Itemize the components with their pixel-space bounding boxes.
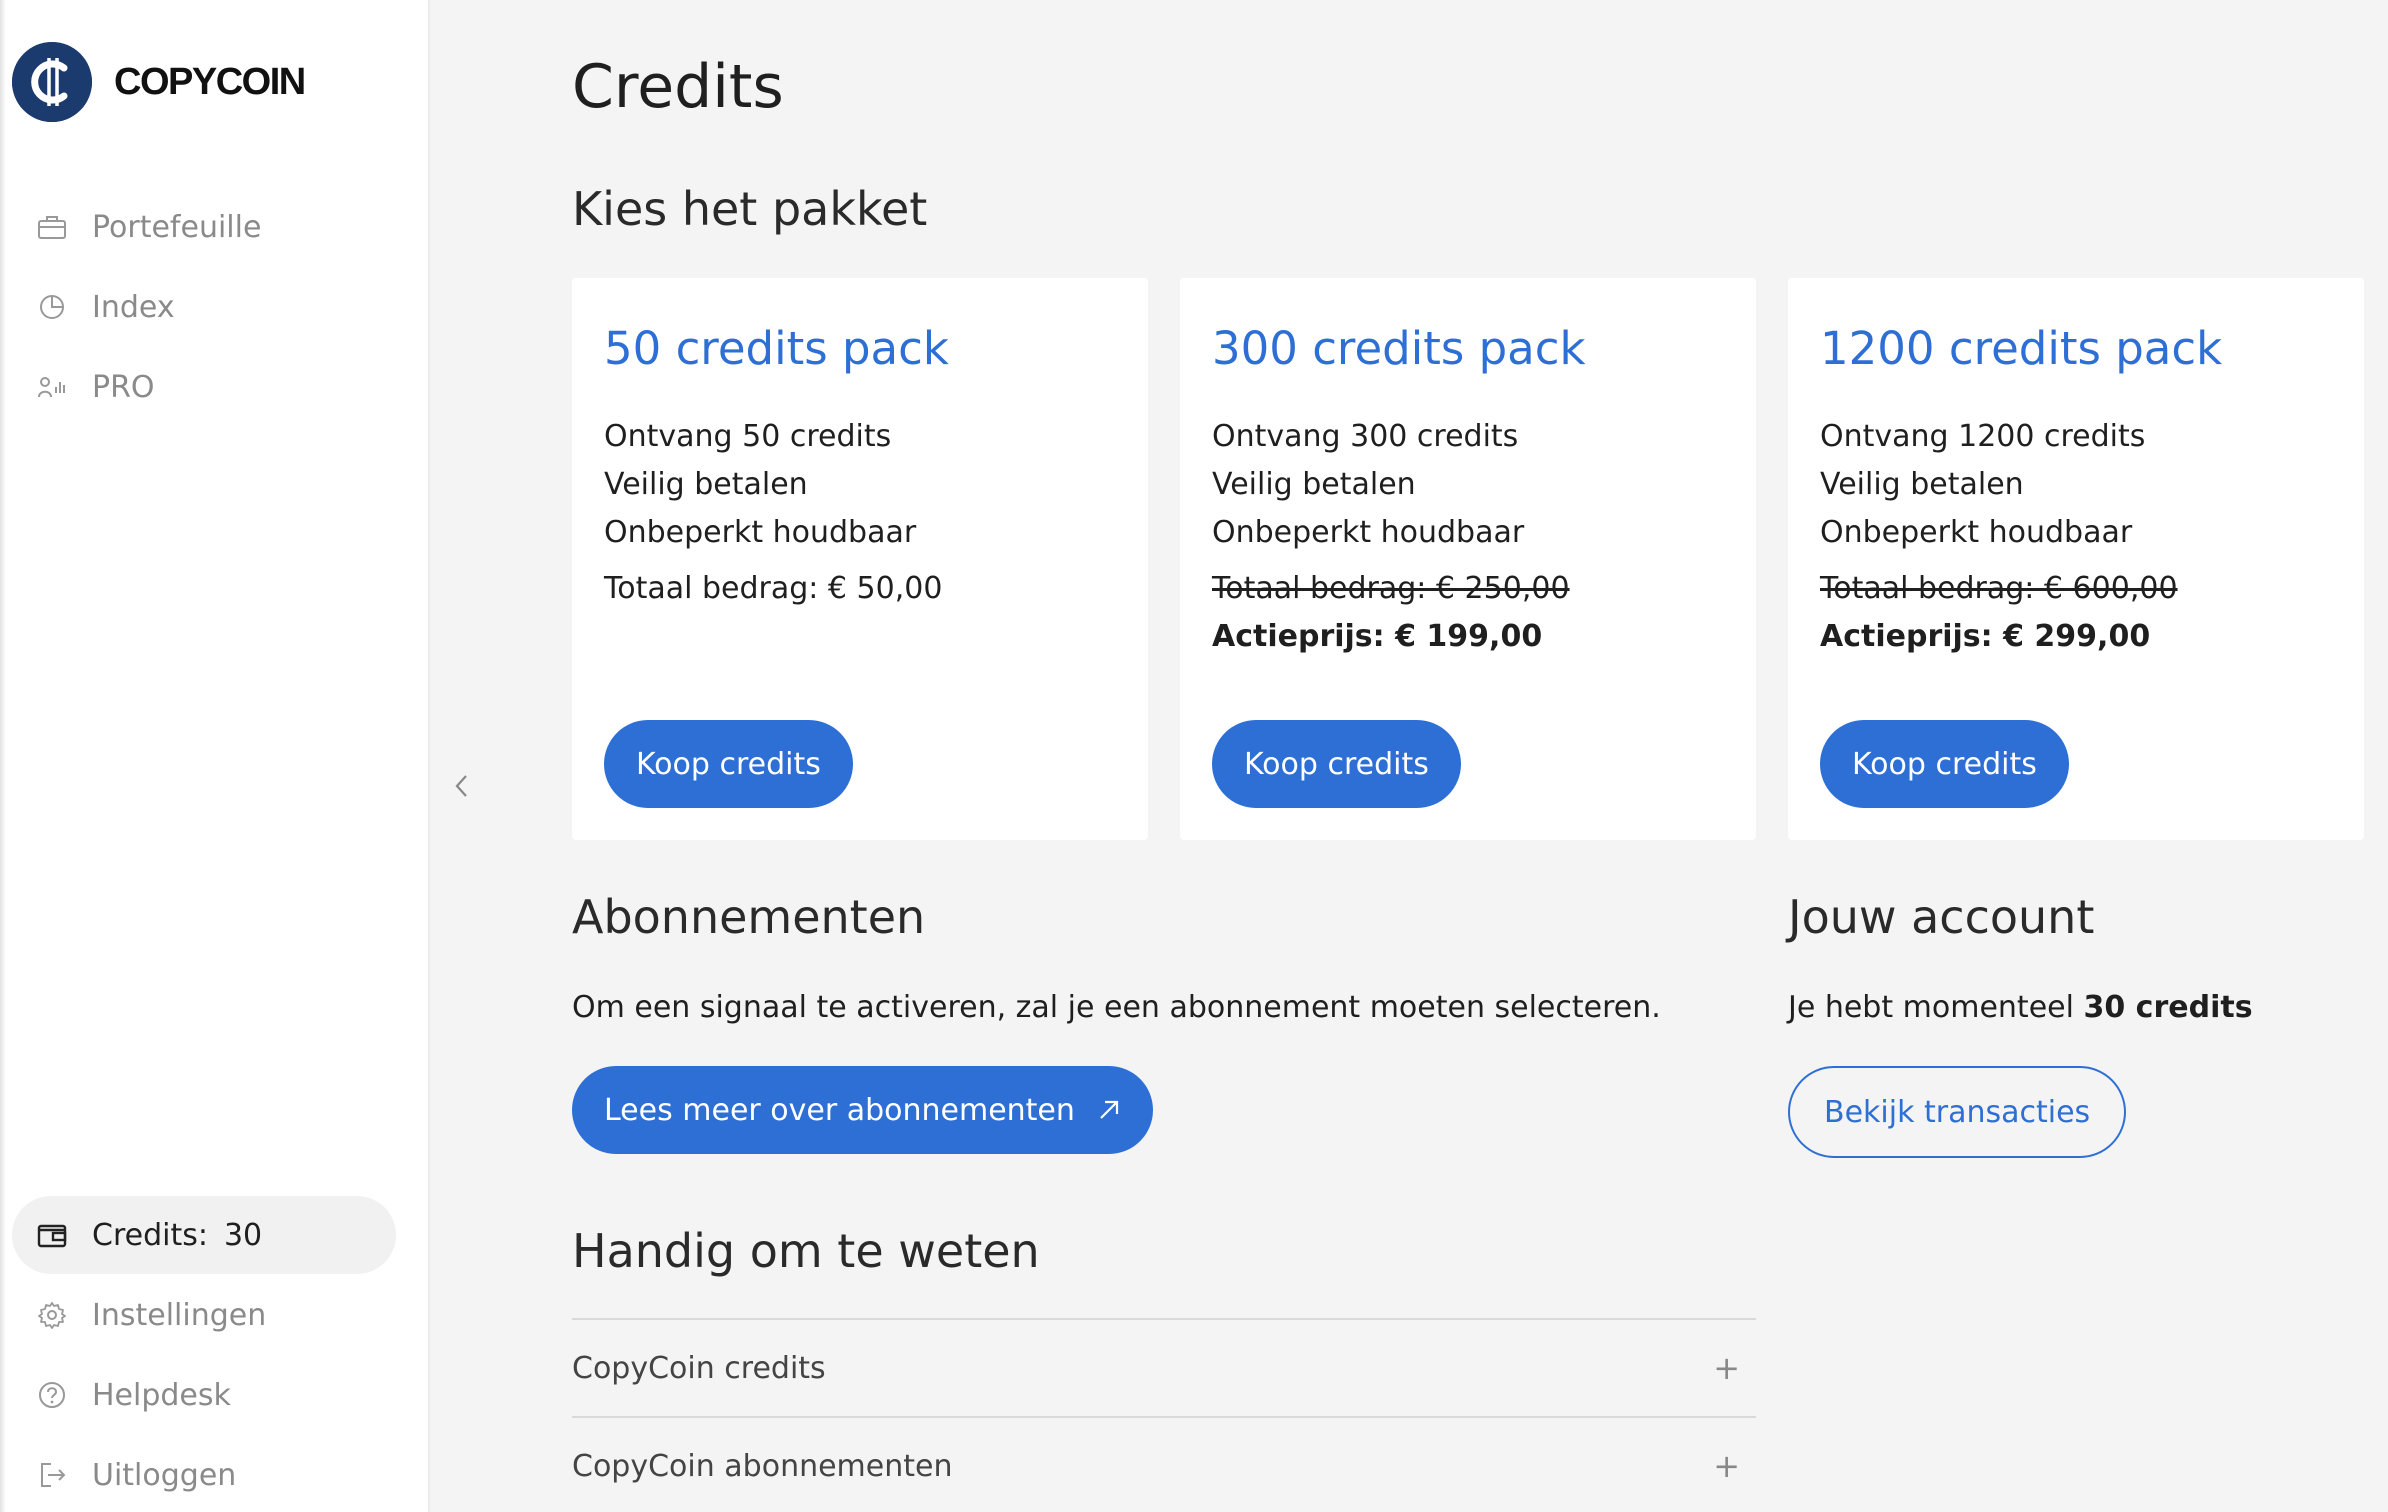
chevron-left-icon <box>454 773 470 803</box>
copycoin-logo-icon <box>12 42 92 122</box>
read-more-subscriptions-button[interactable]: Lees meer over abonnementen <box>572 1066 1153 1154</box>
wallet-icon <box>36 1219 68 1251</box>
credits-label: Credits: <box>92 1217 208 1253</box>
faq-item-label: CopyCoin credits <box>572 1350 826 1386</box>
sidebar-item-pro[interactable]: PRO <box>12 348 396 426</box>
package-total: Totaal bedrag: € 50,00 <box>604 571 943 606</box>
buy-credits-button-1200[interactable]: Koop credits <box>1820 720 2069 808</box>
faq-item-label: CopyCoin abonnementen <box>572 1448 953 1484</box>
sidebar-item-uitloggen[interactable]: Uitloggen <box>12 1436 396 1512</box>
account-title: Jouw account <box>1788 890 2095 944</box>
logout-icon <box>36 1459 68 1491</box>
package-feature: Veilig betalen <box>1820 467 2024 502</box>
page-title: Credits <box>572 52 784 122</box>
package-total-struck: Totaal bedrag: € 600,00 <box>1820 571 2178 606</box>
package-feature: Ontvang 300 credits <box>1212 419 1519 454</box>
buy-credits-button-50[interactable]: Koop credits <box>604 720 853 808</box>
plus-icon: + <box>1713 1447 1740 1485</box>
collapse-sidebar-button[interactable] <box>446 770 478 806</box>
faq-title: Handig om te weten <box>572 1224 1040 1278</box>
subscriptions-text: Om een signaal te activeren, zal je een … <box>572 990 1661 1025</box>
sidebar: COPYCOIN Portefeuille Index PRO Credits:… <box>0 0 430 1512</box>
packages-title: Kies het pakket <box>572 182 928 236</box>
gear-icon <box>36 1299 68 1331</box>
package-action-price: Actieprijs: € 199,00 <box>1212 619 1543 654</box>
account-credits-text: Je hebt momenteel 30 credits <box>1788 990 2253 1025</box>
package-feature: Onbeperkt houdbaar <box>1820 515 2133 550</box>
sidebar-item-label: Instellingen <box>92 1297 267 1333</box>
package-feature: Ontvang 1200 credits <box>1820 419 2146 454</box>
sidebar-item-credits[interactable]: Credits: 30 <box>12 1196 396 1274</box>
sidebar-item-label: Index <box>92 289 175 325</box>
package-feature: Veilig betalen <box>604 467 808 502</box>
package-card-300: 300 credits pack Ontvang 300 credits Vei… <box>1180 278 1756 840</box>
package-action-price: Actieprijs: € 299,00 <box>1820 619 2151 654</box>
subscriptions-title: Abonnementen <box>572 890 926 944</box>
sidebar-item-index[interactable]: Index <box>12 268 396 346</box>
pie-chart-icon <box>36 291 68 323</box>
brand-name: COPYCOIN <box>114 60 306 103</box>
briefcase-icon <box>36 211 68 243</box>
sidebar-item-label: PRO <box>92 369 155 405</box>
package-card-1200: 1200 credits pack Ontvang 1200 credits V… <box>1788 278 2364 840</box>
package-feature: Ontvang 50 credits <box>604 419 892 454</box>
sidebar-item-label: Portefeuille <box>92 209 262 245</box>
package-feature: Veilig betalen <box>1212 467 1416 502</box>
arrow-up-right-icon <box>1097 1098 1121 1122</box>
sidebar-item-portefeuille[interactable]: Portefeuille <box>12 188 396 266</box>
package-feature: Onbeperkt houdbaar <box>604 515 917 550</box>
sidebar-item-instellingen[interactable]: Instellingen <box>12 1276 396 1354</box>
brand-logo[interactable]: COPYCOIN <box>12 42 306 122</box>
account-credits-value: 30 credits <box>2083 990 2253 1025</box>
credits-value: 30 <box>223 1217 263 1253</box>
help-circle-icon <box>36 1379 68 1411</box>
package-title: 50 credits pack <box>604 322 949 375</box>
sidebar-item-label: Helpdesk <box>92 1377 231 1413</box>
package-feature: Onbeperkt houdbaar <box>1212 515 1525 550</box>
faq-accordion: CopyCoin credits + CopyCoin abonnementen… <box>572 1318 1756 1512</box>
account-text-prefix: Je hebt momenteel <box>1788 990 2074 1025</box>
sidebar-item-label: Uitloggen <box>92 1457 237 1493</box>
faq-item-credits[interactable]: CopyCoin credits + <box>572 1318 1756 1416</box>
faq-item-abonnementen[interactable]: CopyCoin abonnementen + <box>572 1416 1756 1512</box>
sidebar-item-helpdesk[interactable]: Helpdesk <box>12 1356 396 1434</box>
package-card-50: 50 credits pack Ontvang 50 credits Veili… <box>572 278 1148 840</box>
package-total-struck: Totaal bedrag: € 250,00 <box>1212 571 1570 606</box>
view-transactions-button[interactable]: Bekijk transacties <box>1788 1066 2127 1158</box>
package-title: 1200 credits pack <box>1820 322 2223 375</box>
plus-icon: + <box>1713 1349 1740 1387</box>
buy-credits-button-300[interactable]: Koop credits <box>1212 720 1461 808</box>
button-label: Lees meer over abonnementen <box>604 1092 1075 1128</box>
package-title: 300 credits pack <box>1212 322 1586 375</box>
signal-user-icon <box>36 371 68 403</box>
